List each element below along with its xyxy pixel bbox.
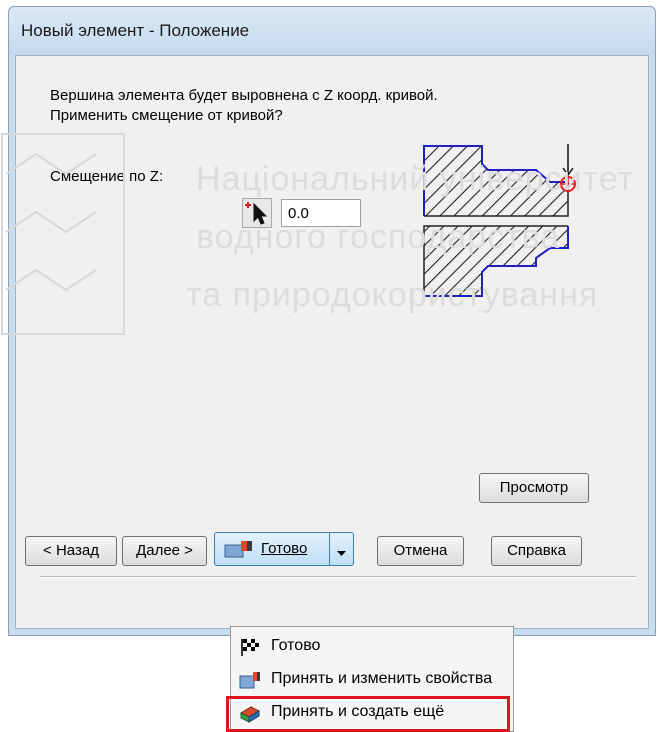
next-button[interactable]: Далее > — [122, 536, 207, 566]
back-button[interactable]: < Назад — [25, 536, 117, 566]
watermark-line-1: Національний університет — [196, 160, 635, 198]
accept-edit-icon — [239, 672, 260, 689]
window-title: Новый элемент - Положение — [21, 21, 250, 40]
menu-item-done[interactable]: Готово — [231, 631, 513, 663]
watermark-line-2: водного господарства — [196, 218, 561, 256]
preview-button[interactable]: Просмотр — [479, 473, 589, 503]
cancel-button[interactable]: Отмена — [377, 536, 464, 566]
help-button[interactable]: Справка — [491, 536, 582, 566]
instruction-message: Вершина элемента будет выровнена с Z коо… — [50, 86, 438, 126]
chevron-down-icon — [337, 551, 346, 556]
menu-item-label: Принять и изменить свойства — [271, 670, 493, 687]
done-dropdown-arrow[interactable] — [330, 533, 353, 565]
menu-item-accept-edit[interactable]: Принять и изменить свойства — [231, 664, 513, 696]
watermark-line-3: та природокористування — [186, 276, 599, 314]
highlight-box — [226, 696, 510, 732]
done-split-button[interactable]: Готово — [214, 532, 354, 566]
checkered-flag-icon — [241, 639, 259, 656]
accept-edit-icon — [224, 541, 252, 558]
button-separator — [40, 576, 636, 578]
done-button[interactable]: Готово — [215, 533, 330, 565]
done-label: Готово — [261, 540, 308, 557]
message-line-1: Вершина элемента будет выровнена с Z коо… — [50, 87, 438, 104]
title-bar[interactable]: Новый элемент - Положение — [9, 7, 655, 55]
message-line-2: Применить смещение от кривой? — [50, 107, 283, 124]
menu-item-label: Готово — [271, 637, 321, 654]
university-logo — [1, 133, 125, 335]
